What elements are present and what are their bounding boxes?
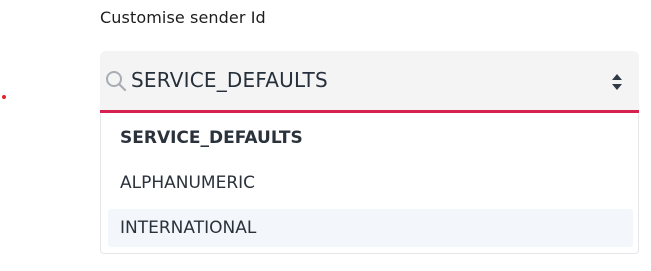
option-international[interactable]: INTERNATIONAL bbox=[108, 209, 633, 247]
status-dot bbox=[2, 95, 6, 99]
search-icon bbox=[106, 71, 127, 92]
dropdown-menu: SERVICE_DEFAULTS ALPHANUMERIC INTERNATIO… bbox=[100, 114, 639, 254]
sort-updown-icon[interactable] bbox=[611, 72, 623, 92]
field-label: Customise sender Id bbox=[100, 8, 266, 27]
option-alphanumeric[interactable]: ALPHANUMERIC bbox=[108, 164, 633, 202]
option-service-defaults[interactable]: SERVICE_DEFAULTS bbox=[108, 119, 633, 157]
select-value[interactable]: SERVICE_DEFAULTS bbox=[131, 68, 328, 92]
sender-id-form: Customise sender Id SERVICE_DEFAULTS SER… bbox=[0, 0, 651, 271]
